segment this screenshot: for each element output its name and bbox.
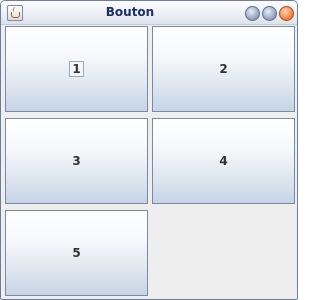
maximize-button[interactable] bbox=[262, 6, 277, 21]
button-1[interactable]: 1 bbox=[5, 26, 148, 112]
minimize-button[interactable] bbox=[245, 6, 260, 21]
title-bar[interactable]: Bouton bbox=[1, 1, 297, 25]
button-4[interactable]: 4 bbox=[152, 118, 295, 204]
button-3[interactable]: 3 bbox=[5, 118, 148, 204]
button-3-label: 3 bbox=[72, 154, 81, 168]
close-icon bbox=[280, 7, 293, 20]
close-button[interactable] bbox=[279, 6, 294, 21]
window-title: Bouton bbox=[105, 5, 155, 19]
button-5-label: 5 bbox=[72, 246, 81, 260]
button-5[interactable]: 5 bbox=[5, 210, 148, 296]
button-2-label: 2 bbox=[219, 62, 228, 76]
minimize-icon bbox=[246, 7, 259, 20]
button-2[interactable]: 2 bbox=[152, 26, 295, 112]
button-4-label: 4 bbox=[219, 154, 228, 168]
button-1-label: 1 bbox=[69, 61, 84, 77]
content-pane: 1 2 3 4 5 bbox=[1, 25, 297, 299]
maximize-icon bbox=[263, 7, 276, 20]
app-window: Bouton 1 2 3 4 5 bbox=[0, 0, 298, 300]
